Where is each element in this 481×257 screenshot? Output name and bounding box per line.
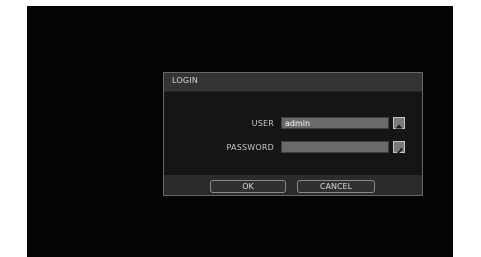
cancel-button[interactable]: CANCEL [297,180,375,193]
dialog-footer [164,175,422,195]
ok-button[interactable]: OK [210,180,286,193]
password-keyboard-button[interactable] [393,141,405,156]
pencil-keyboard-icon [395,147,403,156]
password-label: PASSWORD [226,143,274,152]
dialog-title: LOGIN [172,76,199,85]
user-keyboard-button[interactable] [393,117,405,132]
login-dialog: LOGIN USER admin PASSWORD OK CANCEL [163,72,423,196]
user-field[interactable]: admin [281,117,389,129]
dvr-screen: LOGIN USER admin PASSWORD OK CANCEL [27,6,453,257]
dialog-titlebar: LOGIN [164,73,422,92]
password-field[interactable] [281,141,389,153]
user-label: USER [251,119,274,128]
eject-keyboard-icon [395,124,403,132]
